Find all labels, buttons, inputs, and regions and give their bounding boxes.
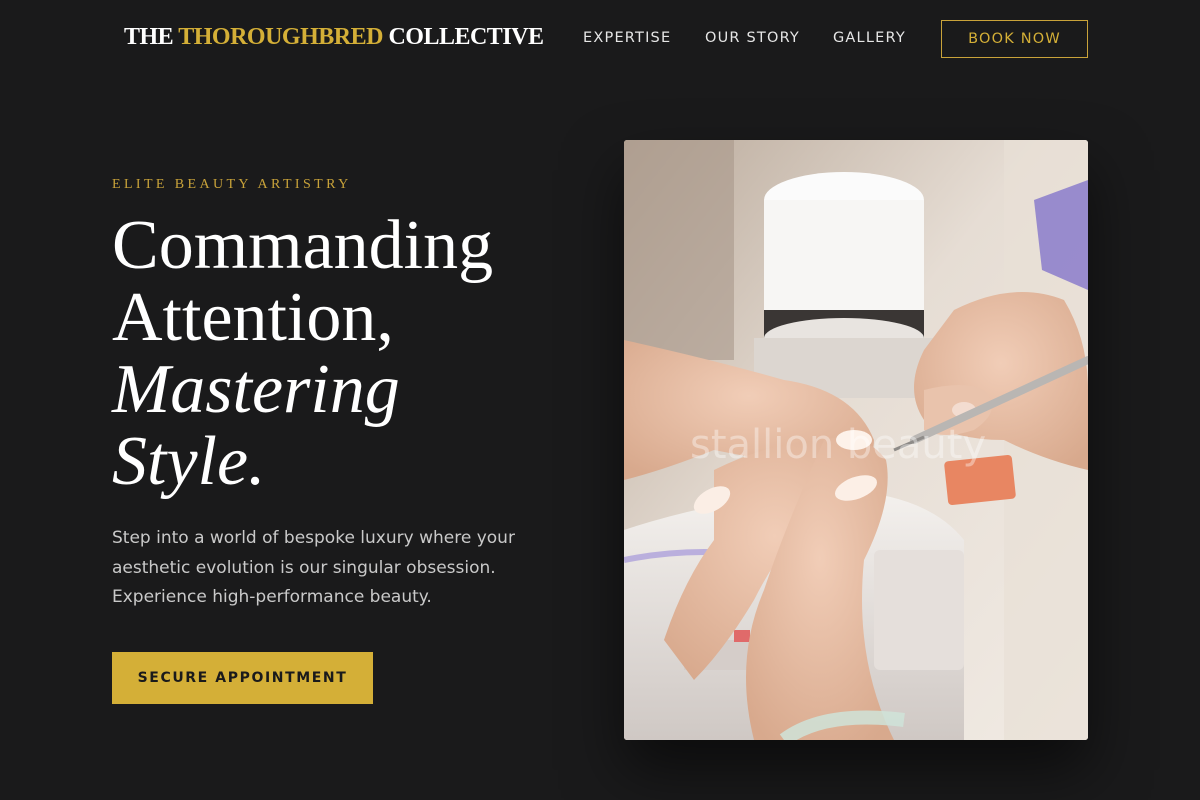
brand-logo[interactable]: THE THOROUGHBRED COLLECTIVE xyxy=(124,24,544,51)
brand-text-thoroughbred: THOROUGHBRED xyxy=(178,24,383,50)
nav-link-gallery[interactable]: GALLERY xyxy=(833,30,906,46)
headline-line-4-wrap: Style. xyxy=(112,426,582,498)
hero-eyebrow: ELITE BEAUTY ARTISTRY xyxy=(112,177,352,192)
manicure-photo-icon xyxy=(624,140,1088,740)
hero-headline: Commanding Attention, Mastering Style. xyxy=(112,210,582,498)
headline-line-1: Commanding xyxy=(112,207,494,284)
book-now-button[interactable]: BOOK NOW xyxy=(941,20,1088,58)
brand-text-collective: COLLECTIVE xyxy=(382,24,544,50)
nav-link-our-story[interactable]: OUR STORY xyxy=(705,30,800,46)
headline-line-2: Attention, xyxy=(112,279,394,356)
brand-text-the: THE xyxy=(124,24,179,50)
hero-description: Step into a world of bespoke luxury wher… xyxy=(112,528,515,607)
headline-line-3: Mastering xyxy=(112,351,400,428)
headline-line-4: Style xyxy=(112,423,249,500)
hero-image: stallion beauty xyxy=(624,140,1088,740)
headline-period: . xyxy=(248,423,266,500)
site-header: THE THOROUGHBRED COLLECTIVE EXPERTISE OU… xyxy=(0,0,1200,78)
secure-appointment-button[interactable]: SECURE APPOINTMENT xyxy=(112,652,373,704)
nav-link-expertise[interactable]: EXPERTISE xyxy=(583,30,671,46)
